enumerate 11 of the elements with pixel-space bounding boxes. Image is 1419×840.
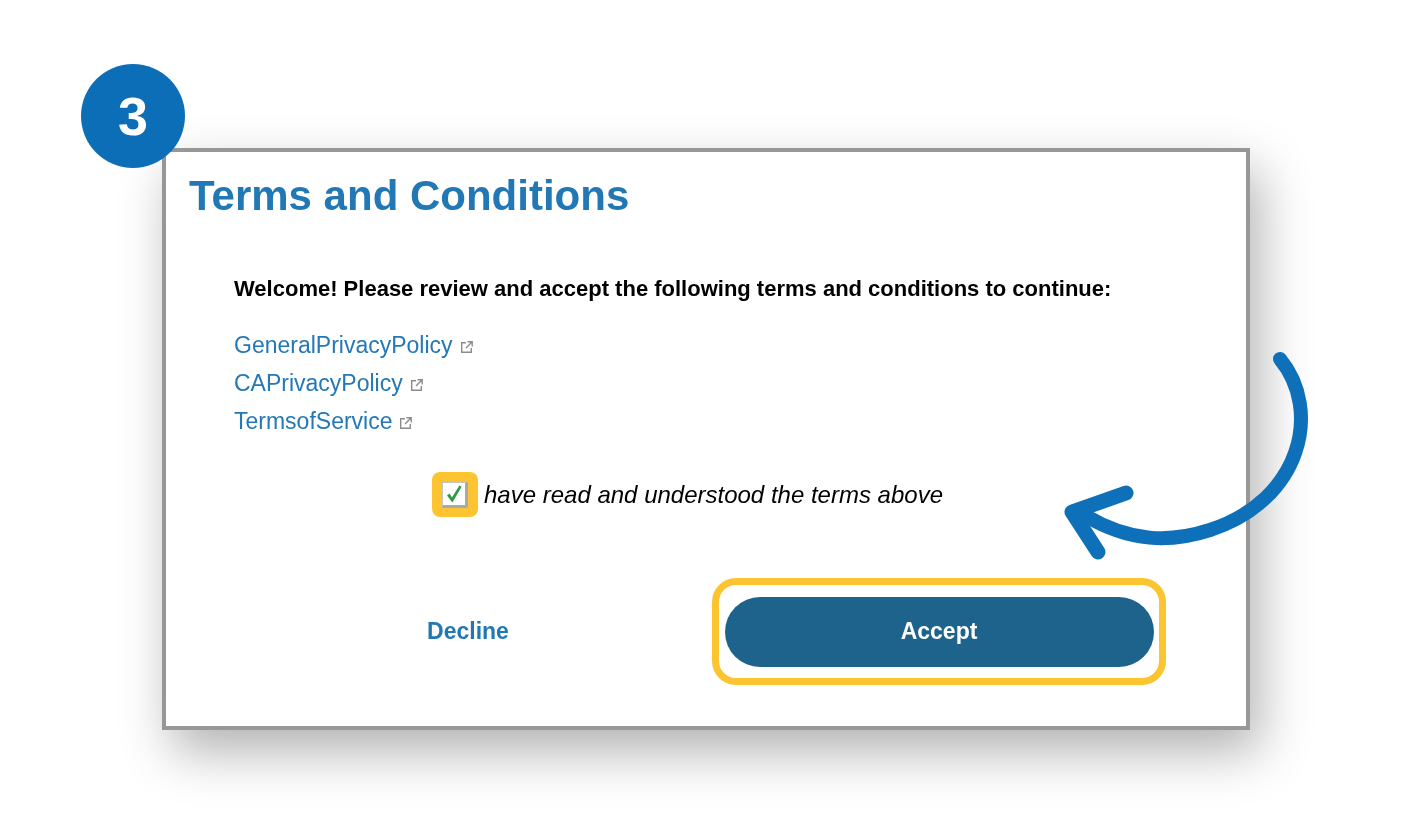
- agreement-label: have read and understood the terms above: [484, 479, 943, 510]
- intro-text: Welcome! Please review and accept the following terms and conditions to continue:: [234, 275, 1112, 303]
- step-badge: 3: [81, 64, 185, 168]
- policy-link[interactable]: CAPrivacyPolicy: [234, 368, 403, 398]
- dialog-title: Terms and Conditions: [189, 172, 630, 220]
- decline-button[interactable]: Decline: [419, 609, 517, 654]
- policy-link[interactable]: TermsofService: [234, 406, 393, 436]
- policy-link[interactable]: GeneralPrivacyPolicy: [234, 330, 453, 360]
- accept-button[interactable]: Accept: [724, 596, 1154, 667]
- checkbox[interactable]: [442, 481, 468, 508]
- checkmark-icon: [446, 484, 462, 503]
